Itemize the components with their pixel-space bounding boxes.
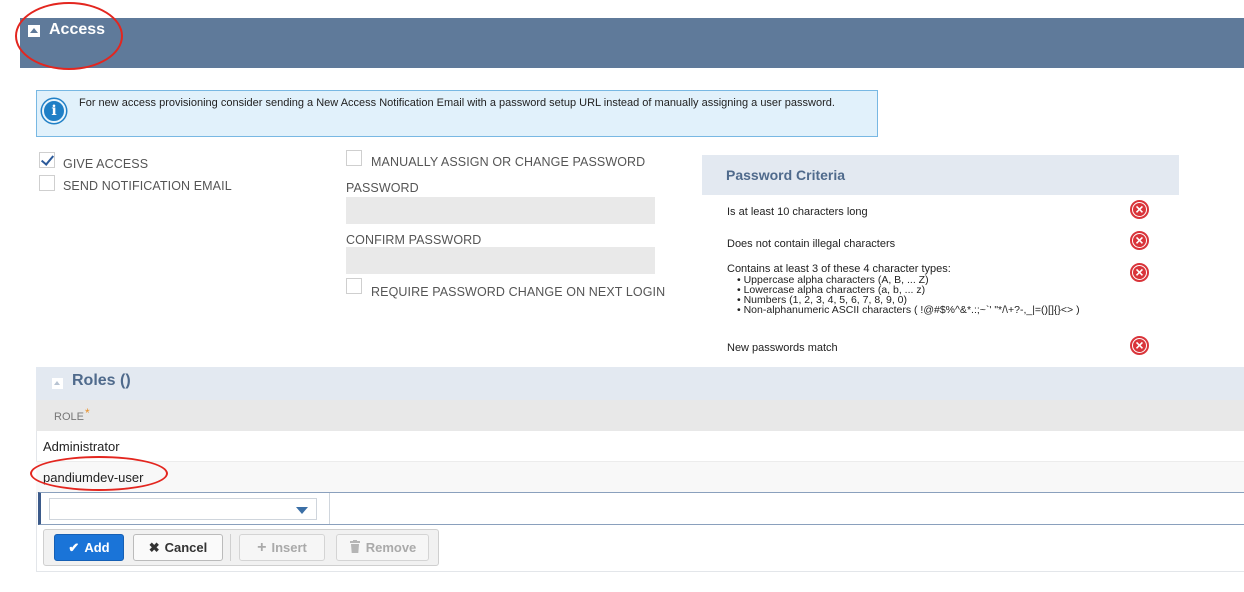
insert-label: Insert [271, 540, 307, 555]
chevron-down-icon[interactable] [296, 507, 308, 514]
info-icon: i [42, 99, 66, 123]
manual-password-checkbox[interactable] [346, 150, 362, 166]
role-column-header[interactable]: ROLE* [36, 400, 1244, 431]
table-row[interactable]: pandiumdev-user [36, 462, 1244, 493]
required-marker: * [84, 406, 90, 420]
add-label: Add [84, 540, 110, 555]
criteria-fail-icon [1130, 231, 1149, 250]
send-notification-label: SEND NOTIFICATION EMAIL [63, 179, 232, 193]
password-input[interactable] [346, 197, 655, 224]
give-access-checkbox[interactable] [39, 152, 55, 168]
criteria-match-text: New passwords match [727, 342, 838, 354]
cancel-button[interactable]: ✖ Cancel [133, 534, 223, 561]
role-name: Administrator [43, 439, 120, 454]
plus-icon: + [257, 539, 267, 556]
access-section-header[interactable]: Access [20, 18, 1244, 68]
table-row[interactable]: Administrator [36, 431, 1244, 462]
give-access-label: GIVE ACCESS [63, 157, 149, 171]
manual-password-label: MANUALLY ASSIGN OR CHANGE PASSWORD [371, 155, 646, 169]
insert-button[interactable]: + Insert [239, 534, 325, 561]
info-banner: i For new access provisioning consider s… [36, 90, 878, 137]
role-edit-row [38, 492, 1244, 525]
password-label: PASSWORD [346, 181, 419, 195]
remove-button[interactable]: Remove [336, 534, 429, 561]
close-icon: ✖ [148, 540, 160, 555]
password-criteria-header: Password Criteria [702, 155, 1179, 195]
annotation-ellipse [15, 2, 123, 70]
criteria-length-text: Is at least 10 characters long [727, 206, 868, 218]
criteria-type-symbols: • Non-alphanumeric ASCII characters ( !@… [737, 304, 1080, 316]
column-divider [329, 493, 330, 524]
password-criteria-title: Password Criteria [726, 167, 846, 183]
criteria-fail-icon [1130, 336, 1149, 355]
annotation-ellipse [30, 456, 168, 491]
info-text: For new access provisioning consider sen… [79, 97, 835, 109]
confirm-password-input[interactable] [346, 247, 655, 274]
check-icon: ✔ [68, 540, 80, 555]
trash-icon [349, 540, 361, 555]
criteria-illegal-text: Does not contain illegal characters [727, 238, 896, 250]
add-button[interactable]: ✔ Add [54, 534, 124, 561]
toolbar-separator [230, 534, 231, 561]
role-select[interactable] [49, 498, 317, 520]
role-column-label: ROLE* [54, 406, 90, 423]
collapse-icon[interactable] [52, 378, 63, 389]
send-notification-checkbox[interactable] [39, 175, 55, 191]
criteria-fail-icon [1130, 200, 1149, 219]
roles-title: Roles () [72, 372, 131, 389]
confirm-password-label: CONFIRM PASSWORD [346, 233, 482, 247]
roles-toolbar: ✔ Add ✖ Cancel + Insert Remove [43, 529, 439, 566]
remove-label: Remove [365, 540, 417, 555]
criteria-fail-icon [1130, 263, 1149, 282]
require-change-checkbox[interactable] [346, 278, 362, 294]
roles-section-header[interactable]: Roles () [36, 367, 1244, 400]
cancel-label: Cancel [164, 540, 208, 555]
require-change-label: REQUIRE PASSWORD CHANGE ON NEXT LOGIN [371, 285, 666, 299]
